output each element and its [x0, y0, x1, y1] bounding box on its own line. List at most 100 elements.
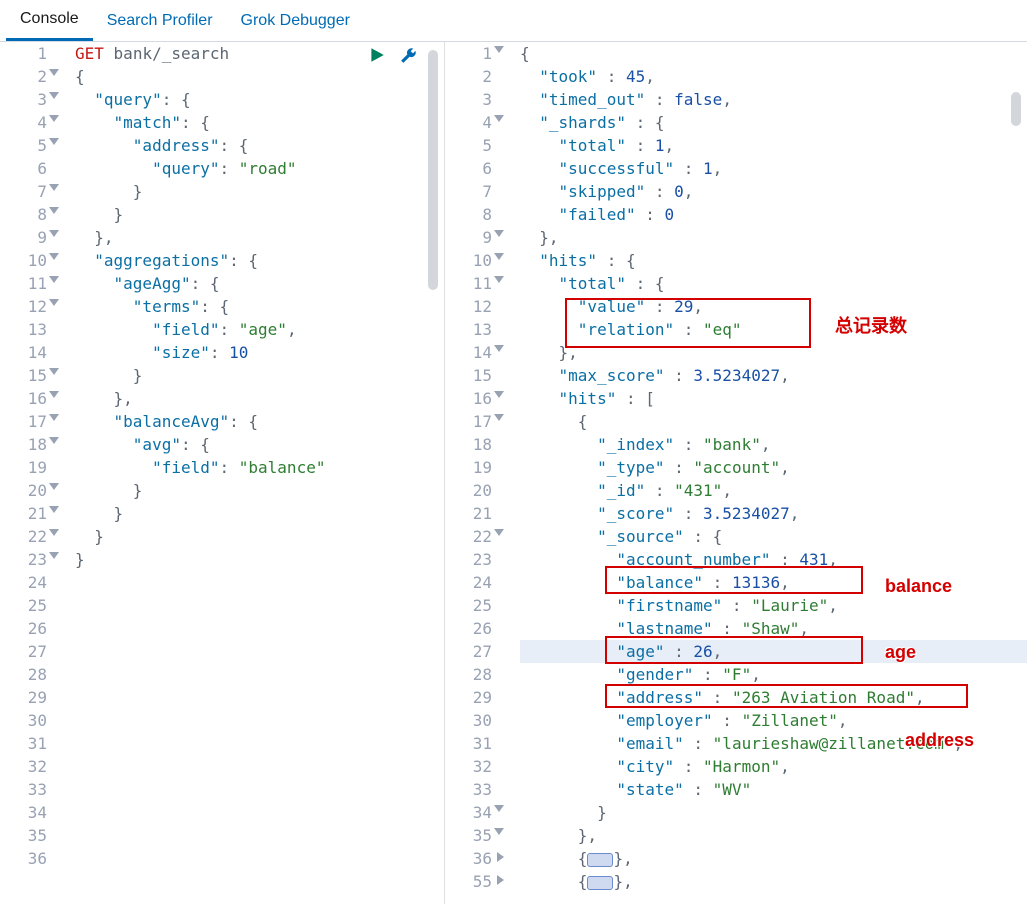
- fold-closed-icon[interactable]: [497, 875, 504, 885]
- response-code-line[interactable]: "_source" : {: [520, 525, 1027, 548]
- response-code-line[interactable]: "timed_out" : false,: [520, 88, 1027, 111]
- fold-open-icon[interactable]: [49, 414, 59, 421]
- fold-open-icon[interactable]: [494, 828, 504, 835]
- request-code-line[interactable]: }: [75, 525, 444, 548]
- response-code-line[interactable]: "city" : "Harmon",: [520, 755, 1027, 778]
- response-code-line[interactable]: "firstname" : "Laurie",: [520, 594, 1027, 617]
- request-code-line[interactable]: }: [75, 180, 444, 203]
- response-code-line[interactable]: "failed" : 0: [520, 203, 1027, 226]
- collapsed-node-icon[interactable]: [587, 876, 613, 890]
- response-code-line[interactable]: "skipped" : 0,: [520, 180, 1027, 203]
- fold-closed-icon[interactable]: [497, 852, 504, 862]
- response-code-line[interactable]: "employer" : "Zillanet",: [520, 709, 1027, 732]
- request-code-line[interactable]: [75, 571, 444, 594]
- response-code-line[interactable]: "hits" : [: [520, 387, 1027, 410]
- response-code-line[interactable]: {},: [520, 870, 1027, 893]
- request-code-line[interactable]: "avg": {: [75, 433, 444, 456]
- request-code-line[interactable]: }: [75, 479, 444, 502]
- request-code-line[interactable]: "address": {: [75, 134, 444, 157]
- request-code-line[interactable]: "aggregations": {: [75, 249, 444, 272]
- fold-open-icon[interactable]: [49, 207, 59, 214]
- fold-open-icon[interactable]: [494, 230, 504, 237]
- fold-open-icon[interactable]: [49, 391, 59, 398]
- fold-open-icon[interactable]: [49, 437, 59, 444]
- response-code-line[interactable]: },: [520, 824, 1027, 847]
- request-code-line[interactable]: [75, 778, 444, 801]
- request-code-line[interactable]: [75, 617, 444, 640]
- request-code-line[interactable]: [75, 709, 444, 732]
- response-code-line[interactable]: },: [520, 226, 1027, 249]
- response-code-line[interactable]: {},: [520, 847, 1027, 870]
- request-code-line[interactable]: [75, 663, 444, 686]
- response-code-line[interactable]: },: [520, 341, 1027, 364]
- request-code-line[interactable]: }: [75, 502, 444, 525]
- fold-open-icon[interactable]: [494, 345, 504, 352]
- response-editor[interactable]: 1234567891011121314151617181920212223242…: [445, 42, 1027, 904]
- fold-open-icon[interactable]: [49, 230, 59, 237]
- fold-open-icon[interactable]: [49, 529, 59, 536]
- fold-open-icon[interactable]: [49, 92, 59, 99]
- tab-console[interactable]: Console: [6, 0, 93, 41]
- response-code-line[interactable]: "address" : "263 Aviation Road",: [520, 686, 1027, 709]
- request-code-line[interactable]: GET bank/_search: [75, 42, 444, 65]
- request-code-line[interactable]: [75, 801, 444, 824]
- request-code-line[interactable]: "size": 10: [75, 341, 444, 364]
- response-code-line[interactable]: "value" : 29,: [520, 295, 1027, 318]
- response-code-line[interactable]: "hits" : {: [520, 249, 1027, 272]
- response-code-line[interactable]: "_index" : "bank",: [520, 433, 1027, 456]
- response-code-line[interactable]: {: [520, 410, 1027, 433]
- request-code-line[interactable]: {: [75, 65, 444, 88]
- fold-open-icon[interactable]: [494, 46, 504, 53]
- collapsed-node-icon[interactable]: [587, 853, 613, 867]
- response-code-line[interactable]: "age" : 26,: [520, 640, 1027, 663]
- fold-open-icon[interactable]: [49, 368, 59, 375]
- fold-open-icon[interactable]: [494, 391, 504, 398]
- request-code-line[interactable]: "field": "age",: [75, 318, 444, 341]
- tab-search-profiler[interactable]: Search Profiler: [93, 0, 227, 41]
- response-code-line[interactable]: "took" : 45,: [520, 65, 1027, 88]
- request-code-line[interactable]: [75, 640, 444, 663]
- fold-open-icon[interactable]: [494, 253, 504, 260]
- fold-open-icon[interactable]: [494, 414, 504, 421]
- request-code-line[interactable]: "ageAgg": {: [75, 272, 444, 295]
- request-code-line[interactable]: "query": "road": [75, 157, 444, 180]
- fold-open-icon[interactable]: [49, 69, 59, 76]
- fold-open-icon[interactable]: [494, 276, 504, 283]
- request-code-line[interactable]: [75, 824, 444, 847]
- request-code-line[interactable]: }: [75, 364, 444, 387]
- request-editor[interactable]: 1234567891011121314151617181920212223242…: [0, 42, 444, 904]
- request-code-line[interactable]: [75, 732, 444, 755]
- response-code-line[interactable]: "max_score" : 3.5234027,: [520, 364, 1027, 387]
- request-code-line[interactable]: "terms": {: [75, 295, 444, 318]
- response-code-line[interactable]: "successful" : 1,: [520, 157, 1027, 180]
- response-code-line[interactable]: "_shards" : {: [520, 111, 1027, 134]
- request-code-line[interactable]: "balanceAvg": {: [75, 410, 444, 433]
- fold-open-icon[interactable]: [49, 184, 59, 191]
- response-code-line[interactable]: "account_number" : 431,: [520, 548, 1027, 571]
- tab-grok-debugger[interactable]: Grok Debugger: [227, 0, 364, 41]
- request-code-line[interactable]: "query": {: [75, 88, 444, 111]
- response-code-line[interactable]: }: [520, 801, 1027, 824]
- fold-open-icon[interactable]: [49, 138, 59, 145]
- request-code-line[interactable]: }: [75, 203, 444, 226]
- response-code-line[interactable]: "_type" : "account",: [520, 456, 1027, 479]
- fold-open-icon[interactable]: [494, 115, 504, 122]
- request-code-line[interactable]: },: [75, 387, 444, 410]
- request-code-line[interactable]: "field": "balance": [75, 456, 444, 479]
- fold-open-icon[interactable]: [494, 805, 504, 812]
- fold-open-icon[interactable]: [49, 299, 59, 306]
- request-code-line[interactable]: [75, 755, 444, 778]
- response-code-line[interactable]: "_score" : 3.5234027,: [520, 502, 1027, 525]
- response-code-line[interactable]: "gender" : "F",: [520, 663, 1027, 686]
- request-code-line[interactable]: }: [75, 548, 444, 571]
- fold-open-icon[interactable]: [49, 483, 59, 490]
- response-code-line[interactable]: "relation" : "eq": [520, 318, 1027, 341]
- response-code-line[interactable]: "total" : {: [520, 272, 1027, 295]
- response-code-line[interactable]: {: [520, 42, 1027, 65]
- fold-open-icon[interactable]: [49, 506, 59, 513]
- fold-open-icon[interactable]: [49, 115, 59, 122]
- fold-open-icon[interactable]: [49, 276, 59, 283]
- response-code-line[interactable]: "lastname" : "Shaw",: [520, 617, 1027, 640]
- fold-open-icon[interactable]: [49, 253, 59, 260]
- request-code-line[interactable]: [75, 594, 444, 617]
